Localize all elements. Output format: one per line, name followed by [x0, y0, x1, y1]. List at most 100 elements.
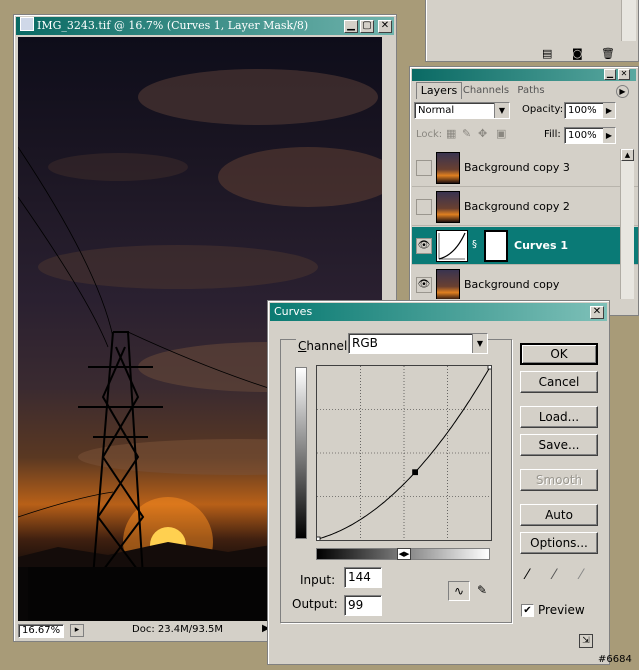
document-icon [20, 17, 34, 31]
eye-icon[interactable]: 👁 [416, 238, 432, 254]
lock-label: Lock: [416, 129, 443, 140]
image-window-titlebar[interactable]: IMG_3243.tif @ 16.7% (Curves 1, Layer Ma… [16, 17, 394, 35]
trash-icon[interactable]: 🗑 [601, 47, 615, 60]
close-button[interactable]: ✕ [378, 20, 392, 33]
layer-thumbnail [436, 191, 460, 223]
mask-link-icon[interactable]: § [472, 239, 477, 250]
lock-transparent-icon[interactable]: ▦ [446, 127, 456, 140]
minimize-button[interactable]: ▁ [344, 20, 358, 33]
opacity-value: 100% [568, 105, 597, 116]
curves-adjustment-thumbnail [436, 230, 468, 262]
image-window-title: IMG_3243.tif @ 16.7% (Curves 1, Layer Ma… [37, 19, 309, 32]
curve-point-handle[interactable] [316, 536, 321, 541]
layer-name: Background copy 3 [464, 161, 570, 174]
layer-name: Background copy [464, 278, 560, 291]
output-field[interactable]: 99 [344, 595, 382, 616]
camera-icon[interactable]: ◙ [572, 47, 583, 60]
swap-gradient-icon[interactable]: ◀▶ [397, 548, 411, 560]
auto-button[interactable]: Auto [520, 504, 598, 526]
cancel-button[interactable]: Cancel [520, 371, 598, 393]
scroll-up-icon[interactable]: ▲ [621, 149, 634, 161]
lock-move-icon[interactable]: ✥ [478, 127, 487, 140]
watermark: #6684 [598, 654, 632, 665]
layers-panel-titlebar[interactable] [412, 69, 636, 81]
new-set-icon[interactable]: ▤ [542, 47, 552, 60]
chevron-down-icon: ▼ [494, 103, 509, 118]
smooth-button[interactable]: Smooth [520, 469, 598, 491]
fill-label: Fill: [544, 129, 561, 140]
layer-thumbnail [436, 269, 460, 299]
lock-paint-icon[interactable]: ✎ [462, 127, 471, 140]
blend-mode-select[interactable]: Normal ▼ [414, 102, 510, 119]
white-eyedropper-icon[interactable]: ⁄ [580, 567, 582, 583]
load-button[interactable]: Load... [520, 406, 598, 428]
tab-layers-label: Layers [420, 84, 458, 97]
tab-channels-label: Channels [462, 85, 510, 96]
input-field[interactable]: 144 [344, 567, 382, 588]
curves-dialog: Curves ✕ Channel: RGB ▼ ◀▶ Input: 144 Out… [267, 300, 610, 665]
tab-channels[interactable]: Channels [462, 84, 510, 98]
layer-row[interactable]: 👁 Background copy [412, 266, 638, 299]
top-panel: ▤ ◙ 🗑 [425, 0, 639, 62]
zoom-field[interactable]: 16.67% [18, 624, 64, 638]
tab-paths[interactable]: Paths [512, 84, 550, 98]
curves-thumb-icon [438, 232, 466, 260]
layer-mask-thumbnail[interactable] [484, 230, 508, 262]
chevron-down-icon[interactable]: ▼ [472, 334, 487, 353]
fill-field[interactable]: 100% ▶ [564, 127, 616, 144]
lock-all-icon[interactable]: ▣ [496, 127, 506, 140]
opacity-label: Opacity: [522, 104, 564, 115]
panel-menu-arrow-icon[interactable]: ▶ [616, 85, 629, 98]
curves-titlebar[interactable]: Curves [270, 303, 607, 321]
panel-close-button[interactable]: ✕ [618, 69, 630, 80]
curve-point-handle[interactable] [487, 365, 492, 370]
preview-label: Preview [538, 603, 585, 617]
layer-row-selected[interactable]: 👁 § Curves 1 [412, 227, 638, 265]
channel-value: RGB [352, 336, 378, 350]
black-eyedropper-icon[interactable]: ⁄ [526, 567, 528, 583]
input-gradient-bar[interactable]: ◀▶ [316, 548, 490, 560]
eye-icon[interactable]: 👁 [416, 277, 432, 293]
preview-checkbox[interactable]: ✔ [521, 604, 534, 617]
pencil-tool-icon[interactable]: ✎ [472, 581, 492, 601]
ok-button[interactable]: OK [520, 343, 598, 365]
panel-minimize-button[interactable]: ▁ [604, 69, 616, 80]
blend-mode-value: Normal [418, 105, 455, 116]
status-menu-icon[interactable]: ▸ [70, 624, 84, 637]
channel-select[interactable]: RGB ▼ [348, 333, 488, 354]
opacity-field[interactable]: 100% ▶ [564, 102, 616, 119]
ok-label: OK [550, 347, 568, 361]
layers-scrollbar[interactable]: ▲ [620, 149, 634, 299]
tab-layers[interactable]: Layers [416, 82, 462, 99]
fill-arrow-icon[interactable]: ▶ [603, 128, 615, 143]
smooth-label: Smooth [535, 473, 583, 487]
curve-tool-icon[interactable]: ∿ [448, 581, 470, 601]
options-button[interactable]: Options... [520, 532, 598, 554]
options-label: Options... [530, 536, 588, 550]
fill-value: 100% [568, 130, 597, 141]
opacity-arrow-icon[interactable]: ▶ [603, 103, 615, 118]
output-gradient-bar [295, 367, 307, 539]
layer-row[interactable]: Background copy 2 [412, 188, 638, 226]
panel-scrollbar[interactable] [621, 0, 636, 41]
tab-paths-label: Paths [517, 85, 545, 96]
channel-label: Channel: [296, 339, 354, 353]
curves-close-button[interactable]: ✕ [590, 306, 604, 319]
layers-list: Background copy 3 Background copy 2 👁 § … [410, 149, 638, 299]
curves-graph[interactable] [316, 365, 492, 541]
maximize-button[interactable]: ▢ [360, 20, 374, 33]
layers-panel: ▁ ✕ Layers Channels Paths ▶ Normal ▼ Opac… [409, 66, 639, 316]
doc-size-info: Doc: 23.4M/93.5M [132, 624, 224, 635]
expand-dialog-icon[interactable]: ⇲ [579, 634, 593, 648]
gray-eyedropper-icon[interactable]: ⁄ [553, 567, 555, 583]
cancel-label: Cancel [538, 375, 580, 389]
save-button[interactable]: Save... [520, 434, 598, 456]
load-label: Load... [538, 410, 580, 424]
curves-title: Curves [274, 305, 313, 318]
curve-point-handle[interactable] [412, 469, 418, 476]
layer-row[interactable]: Background copy 3 [412, 149, 638, 187]
auto-label: Auto [545, 508, 573, 522]
save-label: Save... [538, 438, 580, 452]
visibility-toggle[interactable] [416, 199, 432, 215]
visibility-toggle[interactable] [416, 160, 432, 176]
